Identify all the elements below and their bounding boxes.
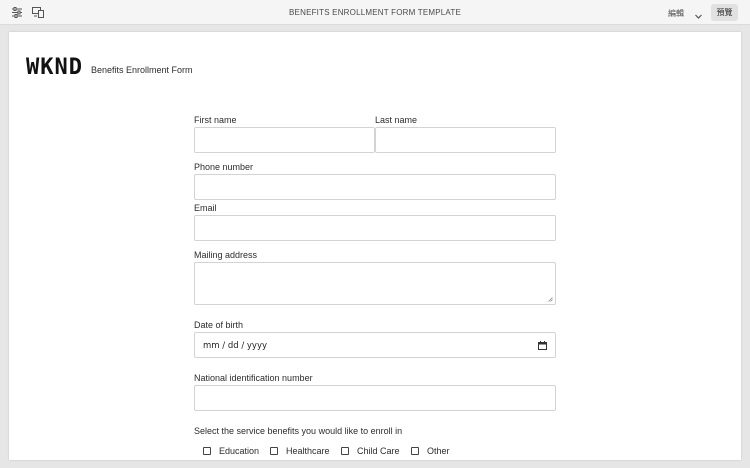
- last-name-label: Last name: [375, 115, 418, 125]
- checkbox[interactable]: [411, 447, 419, 455]
- benefit-option-education[interactable]: Education: [203, 446, 259, 456]
- checkbox[interactable]: [203, 447, 211, 455]
- editor-toolbar: BENEFITS ENROLLMENT FORM TEMPLATE 編輯 預覽: [0, 0, 750, 25]
- email-label: Email: [194, 203, 217, 213]
- checkbox[interactable]: [341, 447, 349, 455]
- checkbox-label: Healthcare: [286, 446, 330, 456]
- date-placeholder: mm / dd / yyyy: [203, 341, 268, 351]
- benefit-option-other[interactable]: Other: [411, 446, 450, 456]
- mode-selector[interactable]: 編輯: [668, 8, 684, 19]
- benefits-label: Select the service benefits you would li…: [194, 426, 403, 436]
- phone-input[interactable]: [194, 174, 556, 200]
- last-name-input[interactable]: [375, 127, 556, 153]
- checkbox-label: Other: [427, 446, 450, 456]
- form-heading: Benefits Enrollment Form: [91, 65, 193, 75]
- mailing-address-textarea[interactable]: [194, 262, 556, 305]
- first-name-input[interactable]: [194, 127, 375, 153]
- date-of-birth-label: Date of birth: [194, 320, 244, 330]
- email-input[interactable]: [194, 215, 556, 241]
- date-of-birth-input[interactable]: mm / dd / yyyy: [194, 332, 556, 358]
- national-id-input[interactable]: [194, 385, 556, 411]
- checkbox-label: Child Care: [357, 446, 400, 456]
- preview-button[interactable]: 預覽: [711, 4, 738, 21]
- checkbox[interactable]: [270, 447, 278, 455]
- page-canvas: WKND Benefits Enrollment Form First name…: [9, 32, 741, 460]
- page-title: BENEFITS ENROLLMENT FORM TEMPLATE: [289, 8, 461, 17]
- chevron-down-icon[interactable]: [694, 8, 703, 19]
- wknd-logo: WKND: [26, 55, 83, 80]
- national-id-label: National identification number: [194, 373, 313, 383]
- benefit-option-healthcare[interactable]: Healthcare: [270, 446, 330, 456]
- mailing-address-label: Mailing address: [194, 250, 258, 260]
- calendar-icon[interactable]: [538, 341, 547, 350]
- phone-label: Phone number: [194, 162, 254, 172]
- resize-handle-icon[interactable]: [548, 297, 553, 302]
- first-name-label: First name: [194, 115, 237, 125]
- checkbox-label: Education: [219, 446, 260, 456]
- benefit-option-child-care[interactable]: Child Care: [341, 446, 400, 456]
